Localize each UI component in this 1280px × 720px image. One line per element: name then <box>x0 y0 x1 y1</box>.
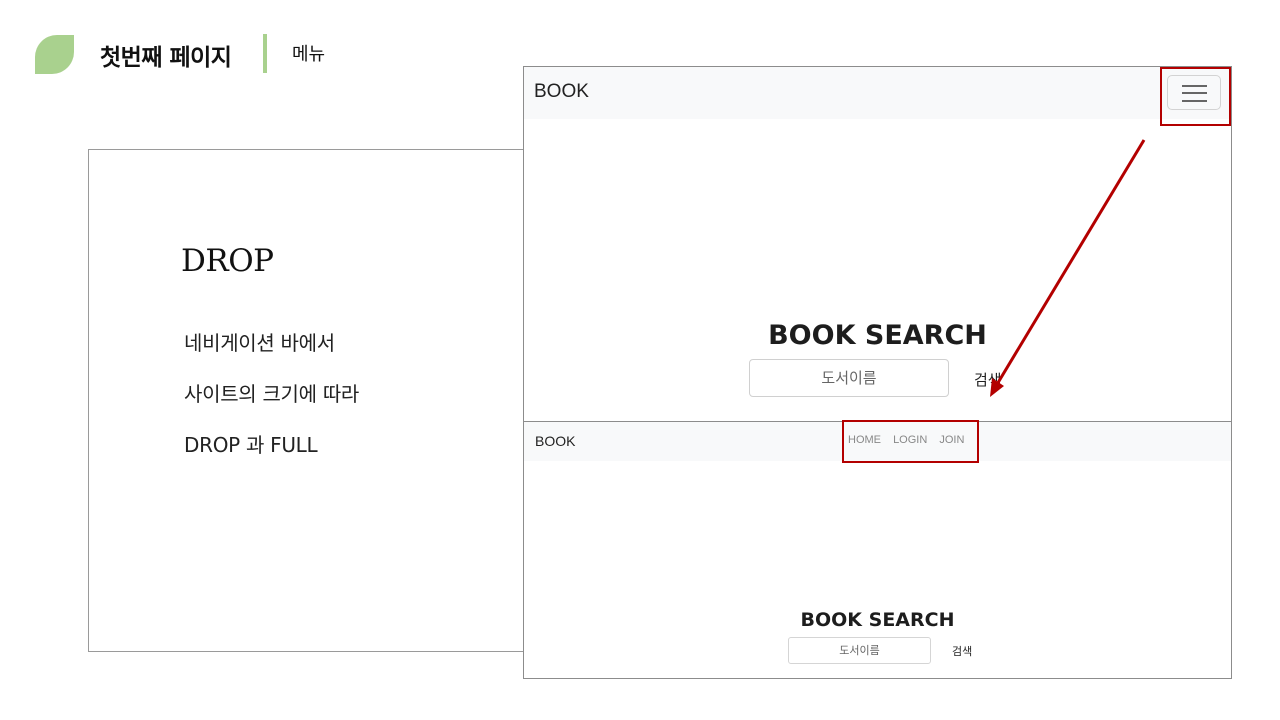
search-title: BOOK SEARCH <box>768 320 987 351</box>
search-input[interactable] <box>749 359 949 397</box>
navbar-collapsed: BOOK <box>524 67 1231 119</box>
leaf-icon <box>35 35 74 74</box>
description-line: 네비게이션 바에서 <box>184 331 335 355</box>
search-button[interactable]: 검색 <box>974 369 1002 390</box>
description-card: DROP 네비게이션 바에서 사이트의 크기에 따라 DROP 과 FULL <box>88 149 538 652</box>
search-button[interactable]: 검색 <box>952 643 972 659</box>
navbar-brand[interactable]: BOOK <box>534 81 589 103</box>
description-line: DROP 과 FULL <box>184 433 318 457</box>
title-divider <box>263 34 267 73</box>
section-label: 메뉴 <box>292 44 326 65</box>
highlight-box-nav-links <box>842 420 979 463</box>
navbar-brand[interactable]: BOOK <box>535 433 575 449</box>
highlight-box-toggler <box>1160 67 1231 126</box>
navbar-screenshot: BOOK BOOK SEARCH 검색 BOOK HOME LOGIN JOIN… <box>523 66 1232 679</box>
search-title: BOOK SEARCH <box>800 609 955 631</box>
page-title: 첫번째 페이지 <box>100 45 232 71</box>
description-heading: DROP <box>181 243 274 279</box>
search-input[interactable] <box>788 637 931 664</box>
description-line: 사이트의 크기에 따라 <box>184 382 360 406</box>
